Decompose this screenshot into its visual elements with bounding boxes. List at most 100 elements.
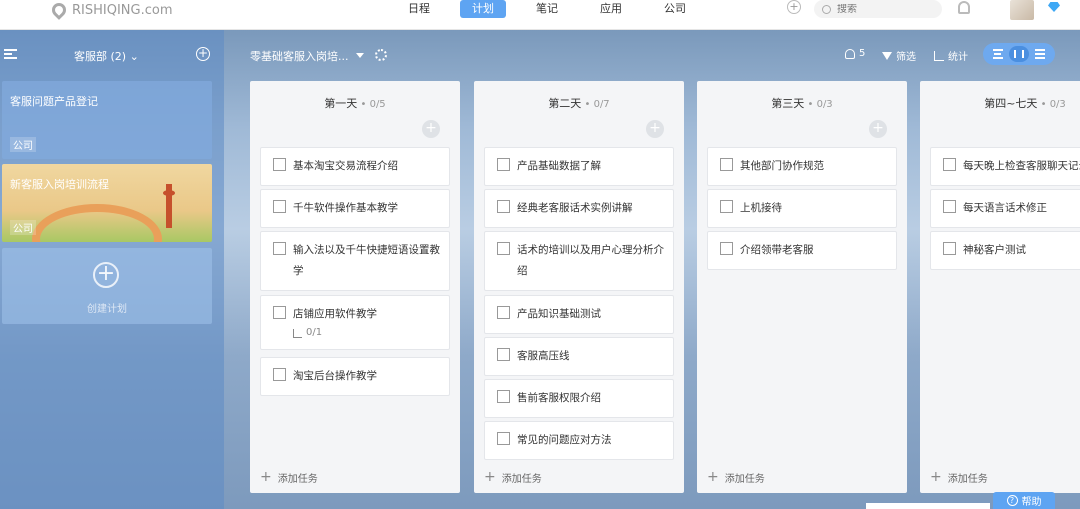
column-title: 第四~七天 • 0/3 bbox=[984, 97, 1066, 110]
task-card[interactable]: 售前客服权限介绍 bbox=[484, 379, 674, 418]
gem-icon[interactable] bbox=[1048, 2, 1060, 12]
add-task-icon[interactable]: + bbox=[422, 120, 440, 138]
checkbox-icon[interactable] bbox=[273, 242, 286, 255]
task-card[interactable]: 基本淘宝交易流程介绍 bbox=[260, 147, 450, 186]
checkbox-icon[interactable] bbox=[497, 242, 510, 255]
column-title: 第三天 • 0/3 bbox=[771, 97, 833, 110]
gantt-view-button[interactable] bbox=[988, 46, 1008, 62]
task-card[interactable]: 产品知识基础测试 bbox=[484, 295, 674, 334]
task-card[interactable]: 淘宝后台操作教学 bbox=[260, 357, 450, 396]
member-count: 5 bbox=[859, 48, 866, 59]
nav-item-apps[interactable]: 应用 bbox=[588, 0, 634, 18]
task-text: 售前客服权限介绍 bbox=[517, 392, 601, 404]
task-text: 店铺应用软件教学 bbox=[293, 308, 377, 320]
task-card[interactable]: 千牛软件操作基本教学 bbox=[260, 189, 450, 228]
checkbox-icon[interactable] bbox=[720, 242, 733, 255]
chevron-down-icon: ⌄ bbox=[129, 50, 139, 63]
task-card[interactable]: 神秘客户测试 bbox=[930, 231, 1080, 270]
list-view-button[interactable] bbox=[1030, 46, 1050, 62]
task-text: 基本淘宝交易流程介绍 bbox=[293, 160, 398, 172]
task-text: 千牛软件操作基本教学 bbox=[293, 202, 398, 214]
filter-button[interactable]: 筛选 bbox=[882, 48, 916, 63]
checkbox-icon[interactable] bbox=[273, 306, 286, 319]
task-card[interactable]: 介绍领带老客服 bbox=[707, 231, 897, 270]
gear-icon[interactable] bbox=[375, 49, 387, 61]
plus-circle-icon[interactable]: + bbox=[787, 0, 801, 14]
top-bar: RISHIQING.com 日程 计划 笔记 应用 公司 + bbox=[0, 0, 1080, 30]
department-selector[interactable]: 客服部 (2) ⌄ bbox=[74, 48, 139, 64]
nav-item-plan[interactable]: 计划 bbox=[460, 0, 506, 18]
plan-title: 客服问题产品登记 bbox=[10, 95, 98, 108]
checkbox-icon[interactable] bbox=[497, 306, 510, 319]
checkbox-icon[interactable] bbox=[273, 368, 286, 381]
task-text: 介绍领带老客服 bbox=[740, 244, 814, 256]
task-card[interactable]: 话术的培训以及用户心理分析介绍 bbox=[484, 231, 674, 291]
board-title[interactable]: 零基础客服入岗培... bbox=[250, 48, 349, 64]
menu-icon[interactable] bbox=[4, 49, 17, 59]
member-icon bbox=[845, 48, 855, 59]
column-count: 0/3 bbox=[1049, 99, 1066, 110]
subtask-icon bbox=[293, 328, 302, 338]
add-plan-icon[interactable]: + bbox=[196, 47, 210, 61]
tower-illustration bbox=[163, 184, 175, 228]
members-button[interactable]: 5 bbox=[845, 48, 865, 59]
sidebar-header: 客服部 (2) ⌄ + bbox=[0, 44, 224, 64]
checkbox-icon[interactable] bbox=[943, 158, 956, 171]
task-card[interactable]: 上机接待 bbox=[707, 189, 897, 228]
add-task-button[interactable]: + 添加任务 bbox=[260, 469, 318, 485]
task-card[interactable]: 每天晚上检查客服聊天记录 bbox=[930, 147, 1080, 186]
plus-icon: + bbox=[484, 469, 496, 485]
logo[interactable]: RISHIQING.com bbox=[49, 0, 173, 20]
department-title: 客服部 (2) bbox=[74, 50, 127, 63]
checkbox-icon[interactable] bbox=[497, 432, 510, 445]
column-count: 0/3 bbox=[816, 99, 833, 110]
checkbox-icon[interactable] bbox=[943, 242, 956, 255]
task-text: 产品基础数据了解 bbox=[517, 160, 601, 172]
plan-tag: 公司 bbox=[10, 220, 36, 235]
checkbox-icon[interactable] bbox=[720, 200, 733, 213]
plan-card[interactable]: 客服问题产品登记 公司 bbox=[2, 81, 212, 159]
plan-title: 新客服入岗培训流程 bbox=[10, 178, 109, 191]
task-card[interactable]: 其他部门协作规范 bbox=[707, 147, 897, 186]
add-task-icon[interactable]: + bbox=[646, 120, 664, 138]
task-card[interactable]: 经典老客服话术实例讲解 bbox=[484, 189, 674, 228]
add-task-button[interactable]: + 添加任务 bbox=[484, 469, 542, 485]
nav-item-notes[interactable]: 笔记 bbox=[524, 0, 570, 18]
checkbox-icon[interactable] bbox=[943, 200, 956, 213]
task-text: 上机接待 bbox=[740, 202, 782, 214]
task-card[interactable]: 输入法以及千牛快捷短语设置教学 bbox=[260, 231, 450, 291]
checkbox-icon[interactable] bbox=[497, 158, 510, 171]
nav-item-schedule[interactable]: 日程 bbox=[396, 0, 442, 18]
task-text: 每天晚上检查客服聊天记录 bbox=[963, 160, 1080, 172]
add-task-button[interactable]: + 添加任务 bbox=[707, 469, 765, 485]
search-box[interactable] bbox=[814, 0, 942, 18]
plan-card[interactable]: 新客服入岗培训流程 公司 bbox=[2, 164, 212, 242]
board-column: 第一天 • 0/5 + 基本淘宝交易流程介绍 千牛软件操作基本教学 输入法以及千… bbox=[250, 81, 460, 493]
task-card[interactable]: 每天语言话术修正 bbox=[930, 189, 1080, 228]
stats-label: 统计 bbox=[948, 52, 968, 63]
task-card[interactable]: 店铺应用软件教学 0/1 bbox=[260, 295, 450, 350]
checkbox-icon[interactable] bbox=[497, 390, 510, 403]
help-button[interactable]: ? 帮助 bbox=[993, 492, 1055, 509]
chevron-down-icon[interactable] bbox=[356, 53, 364, 58]
stats-button[interactable]: 统计 bbox=[934, 48, 968, 63]
avatar[interactable] bbox=[1010, 0, 1034, 20]
create-plan-card[interactable]: + 创建计划 bbox=[2, 248, 212, 324]
help-icon: ? bbox=[1006, 495, 1018, 506]
task-card[interactable]: 常见的问题应对方法 bbox=[484, 421, 674, 460]
checkbox-icon[interactable] bbox=[497, 200, 510, 213]
checkbox-icon[interactable] bbox=[497, 348, 510, 361]
search-input[interactable] bbox=[837, 3, 927, 15]
checkbox-icon[interactable] bbox=[273, 200, 286, 213]
add-task-button[interactable]: + 添加任务 bbox=[930, 469, 988, 485]
checkbox-icon[interactable] bbox=[273, 158, 286, 171]
task-text: 常见的问题应对方法 bbox=[517, 434, 612, 446]
checkbox-icon[interactable] bbox=[720, 158, 733, 171]
bell-icon[interactable] bbox=[958, 1, 970, 14]
nav-item-company[interactable]: 公司 bbox=[652, 0, 698, 18]
add-task-icon[interactable]: + bbox=[869, 120, 887, 138]
bottom-strip bbox=[866, 503, 990, 509]
board-view-button[interactable] bbox=[1008, 46, 1029, 62]
task-card[interactable]: 客服高压线 bbox=[484, 337, 674, 376]
task-card[interactable]: 产品基础数据了解 bbox=[484, 147, 674, 186]
